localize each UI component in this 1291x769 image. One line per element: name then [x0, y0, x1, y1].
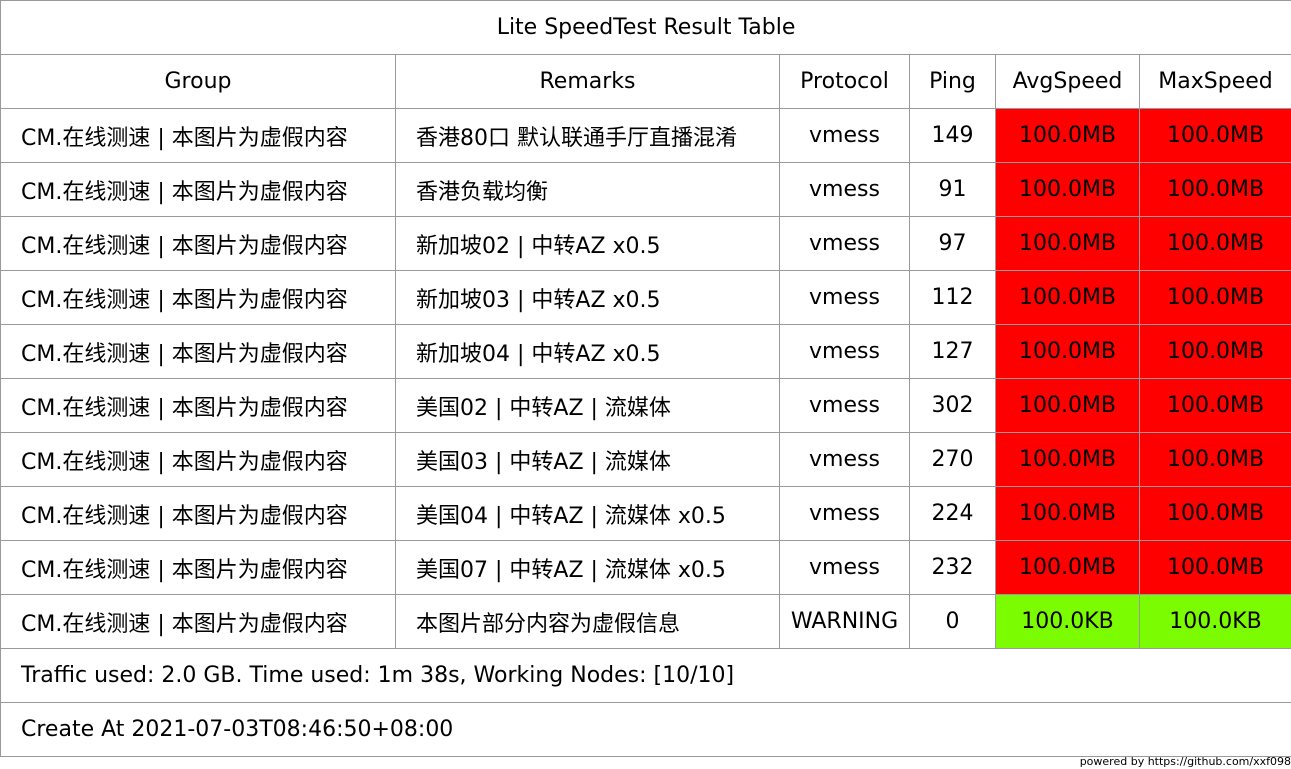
cell-maxspeed: 100.0MB — [1138, 324, 1291, 379]
cell-avgspeed: 100.0MB — [995, 270, 1140, 325]
cell-maxspeed: 100.0MB — [1138, 216, 1291, 271]
header-row: Group Remarks Protocol Ping AvgSpeed Max… — [0, 54, 1291, 109]
traffic-summary: Traffic used: 2.0 GB. Time used: 1m 38s,… — [0, 648, 1291, 703]
cell-group: CM.在线测速 | 本图片为虚假内容 — [0, 540, 396, 595]
cell-remarks: 本图片部分内容为虚假信息 — [395, 594, 780, 649]
cell-protocol: vmess — [779, 432, 910, 487]
table-title: Lite SpeedTest Result Table — [0, 0, 1291, 55]
table-row: CM.在线测速 | 本图片为虚假内容 新加坡03 | 中转AZ x0.5 vmess… — [0, 270, 1291, 325]
cell-remarks: 美国02 | 中转AZ | 流媒体 — [395, 378, 780, 433]
cell-avgspeed: 100.0MB — [995, 486, 1140, 541]
cell-ping: 127 — [909, 324, 996, 379]
cell-protocol: vmess — [779, 216, 910, 271]
cell-group: CM.在线测速 | 本图片为虚假内容 — [0, 432, 396, 487]
created-at: Create At 2021-07-03T08:46:50+08:00 — [0, 702, 1291, 757]
cell-avgspeed: 100.0KB — [995, 594, 1140, 649]
cell-group: CM.在线测速 | 本图片为虚假内容 — [0, 378, 396, 433]
cell-ping: 302 — [909, 378, 996, 433]
cell-ping: 224 — [909, 486, 996, 541]
cell-group: CM.在线测速 | 本图片为虚假内容 — [0, 324, 396, 379]
cell-protocol: WARNING — [779, 594, 910, 649]
cell-avgspeed: 100.0MB — [995, 432, 1140, 487]
cell-avgspeed: 100.0MB — [995, 162, 1140, 217]
cell-maxspeed: 100.0MB — [1138, 270, 1291, 325]
cell-group: CM.在线测速 | 本图片为虚假内容 — [0, 162, 396, 217]
table-row: CM.在线测速 | 本图片为虚假内容 新加坡04 | 中转AZ x0.5 vmess… — [0, 324, 1291, 379]
cell-remarks: 香港80口 默认联通手厅直播混淆 — [395, 108, 780, 163]
cell-maxspeed: 100.0MB — [1138, 432, 1291, 487]
cell-ping: 0 — [909, 594, 996, 649]
table-row: CM.在线测速 | 本图片为虚假内容 美国03 | 中转AZ | 流媒体 vmess… — [0, 432, 1291, 487]
title-row: Lite SpeedTest Result Table — [0, 0, 1291, 55]
cell-group: CM.在线测速 | 本图片为虚假内容 — [0, 108, 396, 163]
column-header-protocol: Protocol — [779, 54, 910, 109]
cell-remarks: 香港负载均衡 — [395, 162, 780, 217]
column-header-ping: Ping — [909, 54, 996, 109]
cell-remarks: 新加坡03 | 中转AZ x0.5 — [395, 270, 780, 325]
table-row: CM.在线测速 | 本图片为虚假内容 美国07 | 中转AZ | 流媒体 x0.5… — [0, 540, 1291, 595]
cell-maxspeed: 100.0MB — [1138, 108, 1291, 163]
cell-avgspeed: 100.0MB — [995, 324, 1140, 379]
table-row: CM.在线测速 | 本图片为虚假内容 美国02 | 中转AZ | 流媒体 vmess… — [0, 378, 1291, 433]
column-header-maxspeed: MaxSpeed — [1138, 54, 1291, 109]
table-row: CM.在线测速 | 本图片为虚假内容 美国04 | 中转AZ | 流媒体 x0.5… — [0, 486, 1291, 541]
cell-maxspeed: 100.0MB — [1138, 486, 1291, 541]
cell-maxspeed: 100.0KB — [1138, 594, 1291, 649]
cell-protocol: vmess — [779, 270, 910, 325]
cell-protocol: vmess — [779, 486, 910, 541]
cell-maxspeed: 100.0MB — [1138, 162, 1291, 217]
created-at-row: Create At 2021-07-03T08:46:50+08:00 — [0, 702, 1291, 757]
cell-group: CM.在线测速 | 本图片为虚假内容 — [0, 594, 396, 649]
cell-remarks: 美国04 | 中转AZ | 流媒体 x0.5 — [395, 486, 780, 541]
cell-remarks: 美国03 | 中转AZ | 流媒体 — [395, 432, 780, 487]
cell-ping: 97 — [909, 216, 996, 271]
table-row: CM.在线测速 | 本图片为虚假内容 香港负载均衡 vmess 91 100.0MB 10… — [0, 162, 1291, 217]
cell-ping: 232 — [909, 540, 996, 595]
cell-maxspeed: 100.0MB — [1138, 540, 1291, 595]
cell-ping: 112 — [909, 270, 996, 325]
powered-by-text: powered by https://github.com/xxf098 — [1079, 755, 1291, 768]
speedtest-result-table: Lite SpeedTest Result Table Group Remark… — [0, 0, 1291, 757]
cell-avgspeed: 100.0MB — [995, 540, 1140, 595]
column-header-avgspeed: AvgSpeed — [995, 54, 1140, 109]
cell-ping: 149 — [909, 108, 996, 163]
cell-avgspeed: 100.0MB — [995, 108, 1140, 163]
traffic-summary-row: Traffic used: 2.0 GB. Time used: 1m 38s,… — [0, 648, 1291, 703]
cell-protocol: vmess — [779, 324, 910, 379]
cell-ping: 270 — [909, 432, 996, 487]
column-header-group: Group — [0, 54, 396, 109]
table-row: CM.在线测速 | 本图片为虚假内容 本图片部分内容为虚假信息 WARNING 0 10… — [0, 594, 1291, 649]
column-header-remarks: Remarks — [395, 54, 780, 109]
cell-remarks: 新加坡04 | 中转AZ x0.5 — [395, 324, 780, 379]
cell-protocol: vmess — [779, 540, 910, 595]
cell-group: CM.在线测速 | 本图片为虚假内容 — [0, 270, 396, 325]
cell-protocol: vmess — [779, 162, 910, 217]
cell-avgspeed: 100.0MB — [995, 216, 1140, 271]
cell-avgspeed: 100.0MB — [995, 378, 1140, 433]
cell-group: CM.在线测速 | 本图片为虚假内容 — [0, 486, 396, 541]
cell-protocol: vmess — [779, 378, 910, 433]
cell-remarks: 美国07 | 中转AZ | 流媒体 x0.5 — [395, 540, 780, 595]
cell-ping: 91 — [909, 162, 996, 217]
table-row: CM.在线测速 | 本图片为虚假内容 香港80口 默认联通手厅直播混淆 vmess 1… — [0, 108, 1291, 163]
cell-protocol: vmess — [779, 108, 910, 163]
cell-remarks: 新加坡02 | 中转AZ x0.5 — [395, 216, 780, 271]
table-row: CM.在线测速 | 本图片为虚假内容 新加坡02 | 中转AZ x0.5 vmess… — [0, 216, 1291, 271]
cell-group: CM.在线测速 | 本图片为虚假内容 — [0, 216, 396, 271]
cell-maxspeed: 100.0MB — [1138, 378, 1291, 433]
